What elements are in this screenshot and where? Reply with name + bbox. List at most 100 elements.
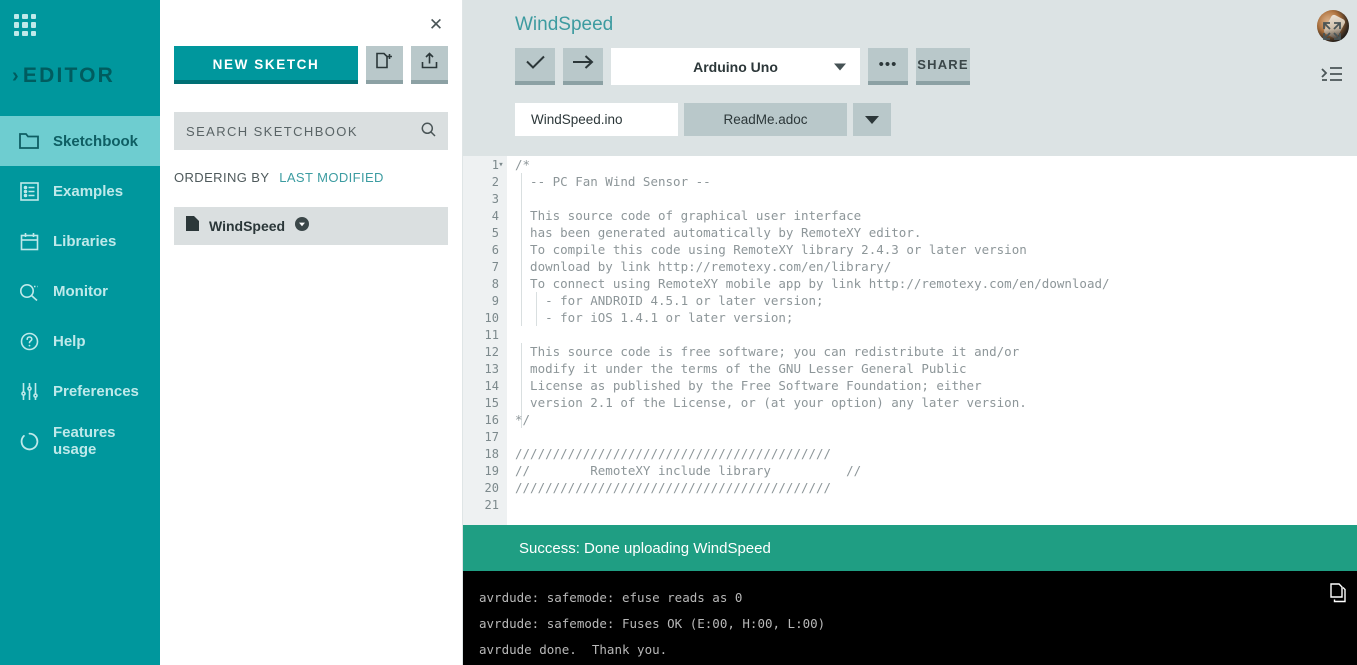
search-input[interactable]: SEARCH SKETCHBOOK — [174, 112, 448, 150]
line-number: 18 — [484, 446, 499, 461]
code-line: 10 - for iOS 1.4.1 or later version; — [463, 309, 1357, 326]
new-file-icon — [375, 51, 394, 75]
line-number: 13 — [484, 361, 499, 376]
console-line: avrdude: safemode: Fuses OK (E:00, H:00,… — [479, 616, 826, 631]
verify-button[interactable] — [515, 48, 555, 85]
code-text: /* — [515, 157, 531, 172]
import-sketch-button[interactable] — [411, 46, 448, 84]
board-value: Arduino Uno — [693, 58, 778, 75]
sidebar-item-help[interactable]: Help — [0, 316, 160, 366]
code-text: ////////////////////////////////////////… — [515, 446, 832, 461]
code-line: 12 This source code is free software; yo… — [463, 343, 1357, 360]
folder-icon — [18, 130, 40, 152]
upload-button[interactable] — [563, 48, 603, 85]
format-indent-icon[interactable] — [1321, 65, 1343, 88]
line-number: 9 — [491, 293, 499, 308]
line-number: 7 — [491, 259, 499, 274]
code-lines: 1 ▾/* 2 -- PC Fan Wind Sensor -- 3 4 This so… — [463, 156, 1357, 525]
sketch-file-icon — [186, 216, 199, 236]
code-line: 14 License as published by the Free Soft… — [463, 377, 1357, 394]
line-number: 1 — [491, 157, 499, 172]
ordering-label: ORDERING BY — [174, 170, 270, 185]
status-badge: Success: Done uploading WindSpeed — [463, 525, 1357, 571]
upload-icon — [420, 51, 439, 75]
code-line: 15 version 2.1 of the License, or (at yo… — [463, 394, 1357, 411]
apps-grid-icon — [14, 14, 36, 36]
circle-dash-icon — [18, 430, 40, 452]
code-text: To compile this code using RemoteXY libr… — [515, 242, 1027, 257]
line-number: 21 — [484, 497, 499, 512]
code-line: 7 download by link http://remotexy.com/e… — [463, 258, 1357, 275]
list-item[interactable]: WindSpeed — [174, 207, 448, 245]
sketchbook-panel: ✕ NEW SKETCH SEARCH SKETCHBOOK ORDERING … — [160, 0, 463, 665]
console-line: avrdude done. Thank you. — [479, 642, 668, 657]
code-text: */ — [515, 412, 531, 427]
line-number: 8 — [491, 276, 499, 291]
editor-side-icons — [1321, 20, 1343, 88]
code-text: This source code is free software; you c… — [515, 344, 1020, 359]
code-text: modify it under the terms of the GNU Les… — [515, 361, 967, 376]
code-text: -- PC Fan Wind Sensor -- — [515, 174, 711, 189]
file-tabs: WindSpeed.ino ReadMe.adoc — [463, 85, 1357, 136]
copy-icon[interactable] — [1329, 583, 1347, 608]
sidebar-item-label: Features usage — [53, 424, 116, 458]
fullscreen-expand-icon[interactable] — [1321, 20, 1343, 47]
checkmark-icon — [525, 54, 546, 75]
brand-logo: › EDITOR — [0, 48, 160, 104]
code-line: 17 — [463, 428, 1357, 445]
tab-readme-adoc[interactable]: ReadMe.adoc — [684, 103, 847, 136]
chevron-right-icon: › — [12, 64, 21, 87]
share-button[interactable]: SHARE — [916, 48, 970, 85]
apps-button[interactable] — [0, 0, 160, 48]
console-output[interactable]: avrdude: safemode: efuse reads as 0 avrd… — [463, 571, 1357, 665]
board-select[interactable]: Arduino Uno — [611, 48, 860, 85]
sidebar-item-features-usage[interactable]: Features usage — [0, 416, 160, 466]
question-circle-icon — [18, 330, 40, 352]
code-line: 20 //////////////////////////////////////… — [463, 479, 1357, 496]
monitor-search-icon — [18, 280, 40, 302]
code-line: 16 */ — [463, 411, 1357, 428]
chevron-down-icon — [834, 63, 846, 70]
code-text: version 2.1 of the License, or (at your … — [515, 395, 1027, 410]
code-line: 2 -- PC Fan Wind Sensor -- — [463, 173, 1357, 190]
code-text: License as published by the Free Softwar… — [515, 378, 982, 393]
library-icon — [18, 230, 40, 252]
code-text: // RemoteXY include library // — [515, 463, 862, 478]
code-editor[interactable]: 1 ▾/* 2 -- PC Fan Wind Sensor -- 3 4 This so… — [463, 156, 1357, 525]
new-sketch-button[interactable]: NEW SKETCH — [174, 46, 358, 84]
code-line: 5 has been generated automatically by Re… — [463, 224, 1357, 241]
line-number: 20 — [484, 480, 499, 495]
sidebar-item-label: Monitor — [53, 282, 108, 300]
tabs-more-button[interactable] — [853, 103, 891, 136]
line-number: 19 — [484, 463, 499, 478]
sidebar-item-libraries[interactable]: Libraries — [0, 216, 160, 266]
search-placeholder: SEARCH SKETCHBOOK — [186, 123, 358, 139]
chevron-down-icon — [865, 115, 879, 124]
line-number: 3 — [491, 191, 499, 206]
code-line: 1 ▾/* — [463, 156, 1357, 173]
line-number: 16 — [484, 412, 499, 427]
code-line: 21 — [463, 496, 1357, 513]
ordering-value[interactable]: LAST MODIFIED — [279, 170, 384, 185]
close-icon[interactable]: ✕ — [426, 16, 446, 36]
sidebar-item-preferences[interactable]: Preferences — [0, 366, 160, 416]
line-number: 12 — [484, 344, 499, 359]
arrow-right-icon — [572, 54, 594, 75]
code-line: 19 // RemoteXY include library // — [463, 462, 1357, 479]
arduino-web-editor: › EDITOR Sketchbook Examples Libraries M… — [0, 0, 1357, 665]
more-options-button[interactable]: ••• — [868, 48, 908, 85]
tab-windspeed-ino[interactable]: WindSpeed.ino — [515, 103, 678, 136]
sidebar-item-label: Preferences — [53, 382, 139, 400]
line-number: 14 — [484, 378, 499, 393]
code-text: This source code of graphical user inter… — [515, 208, 862, 223]
editor-toolbar: Arduino Uno ••• SHARE — [463, 36, 1357, 85]
code-line: 8 To connect using RemoteXY mobile app b… — [463, 275, 1357, 292]
line-number: 10 — [484, 310, 499, 325]
line-number: 2 — [491, 174, 499, 189]
sidebar-item-examples[interactable]: Examples — [0, 166, 160, 216]
chevron-down-circle-icon[interactable] — [295, 216, 310, 236]
sidebar-item-monitor[interactable]: Monitor — [0, 266, 160, 316]
new-file-button[interactable] — [366, 46, 403, 84]
code-line: 6 To compile this code using RemoteXY li… — [463, 241, 1357, 258]
sidebar-item-sketchbook[interactable]: Sketchbook — [0, 116, 160, 166]
